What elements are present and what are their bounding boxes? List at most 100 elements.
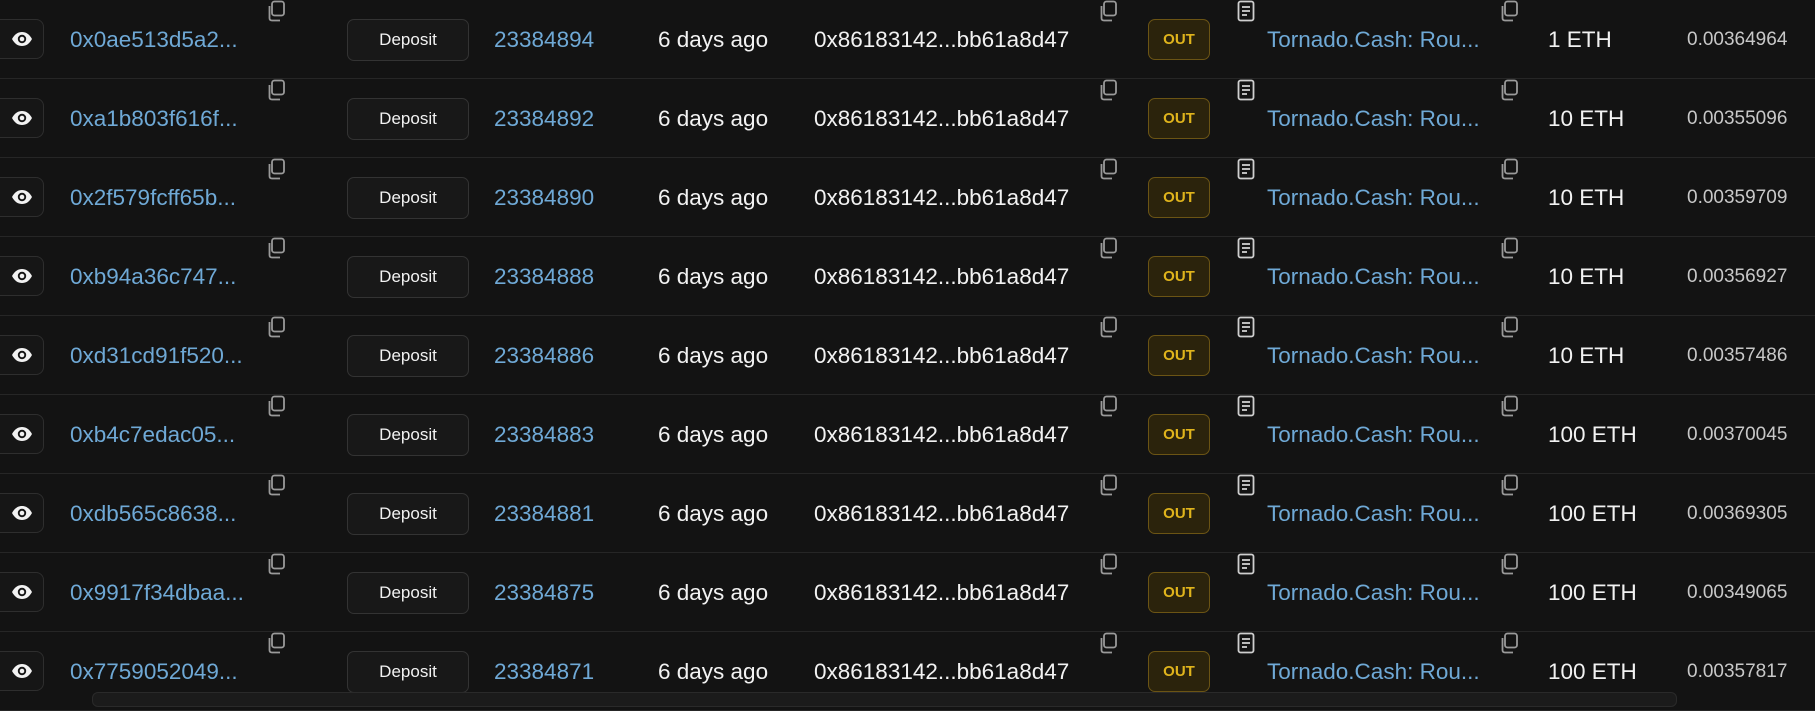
view-details-button[interactable] [0,493,44,533]
block-number-link[interactable]: 23384894 [494,0,594,79]
view-details-button[interactable] [0,414,44,454]
copy-icon[interactable] [265,0,287,22]
copy-icon[interactable] [1097,0,1119,22]
to-address-link[interactable]: Tornado.Cash: Rou... [1267,79,1489,158]
amount-value: 1 ETH [1548,26,1612,52]
copy-icon[interactable] [1097,158,1119,180]
tx-hash-link[interactable]: 0x9917f34dbaa... [70,553,255,632]
copy-icon[interactable] [265,79,287,101]
view-details-button[interactable] [0,256,44,296]
contract-document-icon [1235,79,1257,101]
eye-icon [11,268,33,284]
copy-icon[interactable] [1097,316,1119,338]
table-row: 0xa1b803f616f... Deposit 23384892 6 days… [0,79,1815,158]
copy-icon[interactable] [265,237,287,259]
copy-icon[interactable] [265,158,287,180]
to-address-link[interactable]: Tornado.Cash: Rou... [1267,0,1489,79]
eye-icon [11,505,33,521]
block-number-link[interactable]: 23384881 [494,474,594,553]
copy-icon[interactable] [265,632,287,654]
copy-icon[interactable] [1097,237,1119,259]
copy-icon[interactable] [1498,474,1520,496]
to-address-link[interactable]: Tornado.Cash: Rou... [1267,158,1489,237]
copy-icon[interactable] [1498,158,1520,180]
copy-icon[interactable] [265,395,287,417]
to-address-link[interactable]: Tornado.Cash: Rou... [1267,316,1489,395]
horizontal-scrollbar[interactable] [92,692,1677,707]
tx-hash-link[interactable]: 0xb94a36c747... [70,237,255,316]
copy-icon[interactable] [1097,474,1119,496]
from-address[interactable]: 0x86183142...bb61a8d47 [814,395,1069,474]
method-badge: Deposit [347,493,469,535]
contract-document-icon [1235,474,1257,496]
to-address-link[interactable]: Tornado.Cash: Rou... [1267,237,1489,316]
txn-fee-value: 0.00369305 [1687,502,1788,524]
to-address-link[interactable]: Tornado.Cash: Rou... [1267,553,1489,632]
amount-value: 10 ETH [1548,342,1625,368]
view-details-button[interactable] [0,572,44,612]
view-details-button[interactable] [0,335,44,375]
block-number-link[interactable]: 23384888 [494,237,594,316]
tx-hash-link[interactable]: 0x0ae513d5a2... [70,0,255,79]
copy-icon[interactable] [1498,632,1520,654]
copy-icon[interactable] [1097,395,1119,417]
method-badge: Deposit [347,572,469,614]
view-details-button[interactable] [0,98,44,138]
from-address[interactable]: 0x86183142...bb61a8d47 [814,553,1069,632]
copy-icon[interactable] [1498,0,1520,22]
copy-icon[interactable] [1498,79,1520,101]
copy-icon[interactable] [1498,237,1520,259]
copy-icon[interactable] [265,474,287,496]
from-address[interactable]: 0x86183142...bb61a8d47 [814,474,1069,553]
amount-value: 10 ETH [1548,105,1625,131]
txn-fee-value: 0.00357817 [1687,660,1788,682]
amount-value: 100 ETH [1548,421,1637,447]
age-text: 6 days ago [658,579,769,605]
table-row: 0xdb565c8638... Deposit 23384881 6 days … [0,474,1815,553]
eye-icon [11,347,33,363]
contract-document-icon [1235,395,1257,417]
tx-hash-link[interactable]: 0xdb565c8638... [70,474,255,553]
copy-icon[interactable] [1097,632,1119,654]
age-text: 6 days ago [658,500,769,526]
tx-hash-link[interactable]: 0xb4c7edac05... [70,395,255,474]
from-address[interactable]: 0x86183142...bb61a8d47 [814,316,1069,395]
age-text: 6 days ago [658,26,769,52]
from-address[interactable]: 0x86183142...bb61a8d47 [814,0,1069,79]
view-details-button[interactable] [0,651,44,691]
view-details-button[interactable] [0,177,44,217]
block-number-link[interactable]: 23384890 [494,158,594,237]
copy-icon[interactable] [265,316,287,338]
to-address-link[interactable]: Tornado.Cash: Rou... [1267,395,1489,474]
from-address[interactable]: 0x86183142...bb61a8d47 [814,237,1069,316]
copy-icon[interactable] [1498,316,1520,338]
block-number-link[interactable]: 23384892 [494,79,594,158]
block-number-link[interactable]: 23384883 [494,395,594,474]
block-number-link[interactable]: 23384875 [494,553,594,632]
copy-icon[interactable] [1498,553,1520,575]
txn-fee-value: 0.00356927 [1687,265,1788,287]
copy-icon[interactable] [1097,79,1119,101]
direction-badge: OUT [1148,572,1210,613]
to-address-link[interactable]: Tornado.Cash: Rou... [1267,474,1489,553]
amount-value: 10 ETH [1548,184,1625,210]
method-badge: Deposit [347,335,469,377]
contract-document-icon [1235,553,1257,575]
method-badge: Deposit [347,98,469,140]
view-details-button[interactable] [0,19,44,59]
copy-icon[interactable] [265,553,287,575]
copy-icon[interactable] [1498,395,1520,417]
tx-hash-link[interactable]: 0xd31cd91f520... [70,316,255,395]
tx-hash-link[interactable]: 0x2f579fcff65b... [70,158,255,237]
method-badge: Deposit [347,256,469,298]
contract-document-icon [1235,237,1257,259]
eye-icon [11,584,33,600]
txn-fee-value: 0.00370045 [1687,423,1788,445]
from-address[interactable]: 0x86183142...bb61a8d47 [814,79,1069,158]
age-text: 6 days ago [658,263,769,289]
block-number-link[interactable]: 23384886 [494,316,594,395]
tx-hash-link[interactable]: 0xa1b803f616f... [70,79,255,158]
copy-icon[interactable] [1097,553,1119,575]
from-address[interactable]: 0x86183142...bb61a8d47 [814,158,1069,237]
direction-badge: OUT [1148,256,1210,297]
